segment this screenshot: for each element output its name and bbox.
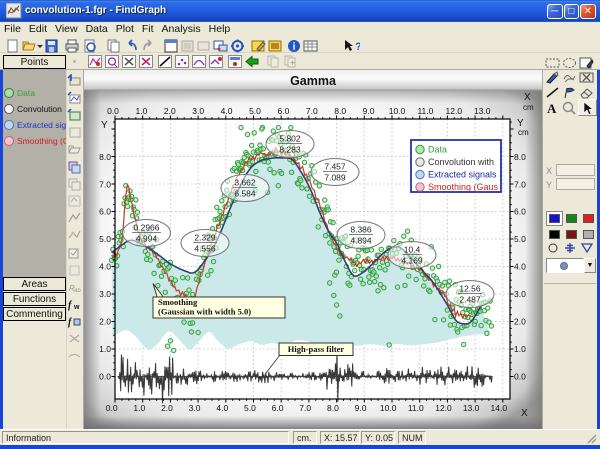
svg-text:13.0: 13.0 (474, 106, 491, 116)
svg-text:f: f (68, 317, 73, 328)
svg-text:cm: cm (518, 128, 529, 137)
svg-text:Data: Data (428, 145, 447, 155)
svg-text:2.0: 2.0 (161, 403, 173, 413)
svg-text:A: A (547, 101, 557, 115)
svg-text:4.0: 4.0 (99, 262, 111, 272)
svg-text:7.0: 7.0 (514, 179, 526, 189)
svg-text:2.0: 2.0 (99, 317, 111, 327)
svg-text:cm: cm (523, 103, 534, 112)
svg-text:8.386: 8.386 (350, 225, 372, 235)
svg-text:4.894: 4.894 (350, 236, 372, 246)
svg-text:7.457: 7.457 (324, 162, 346, 172)
svg-text:2.0: 2.0 (164, 106, 176, 116)
svg-text:4.0: 4.0 (221, 106, 233, 116)
svg-text:8.0: 8.0 (334, 106, 346, 116)
svg-text:5.0: 5.0 (99, 234, 111, 244)
svg-text:3.0: 3.0 (514, 289, 526, 299)
svg-text:4.169: 4.169 (401, 256, 423, 266)
svg-text:5.0: 5.0 (249, 106, 261, 116)
svg-text:Smoothing: Smoothing (158, 297, 198, 307)
svg-text:0.0: 0.0 (99, 372, 111, 382)
svg-text:8.283: 8.283 (279, 145, 301, 155)
svg-text:9.0: 9.0 (355, 403, 367, 413)
svg-text:7.0: 7.0 (299, 403, 311, 413)
svg-text:8.0: 8.0 (99, 152, 111, 162)
svg-text:4.0: 4.0 (514, 262, 526, 272)
svg-text:1.0: 1.0 (514, 344, 526, 354)
svg-text:13.0: 13.0 (463, 403, 480, 413)
svg-text:6.584: 6.584 (234, 189, 256, 199)
svg-text:1.0: 1.0 (99, 344, 111, 354)
svg-text:2.329: 2.329 (194, 233, 216, 243)
svg-text:11.0: 11.0 (417, 106, 433, 116)
svg-text:12.0: 12.0 (446, 106, 463, 116)
svg-text:Extracted signals: Extracted signals (428, 170, 497, 180)
svg-text:2.487: 2.487 (459, 295, 481, 305)
svg-text:6.0: 6.0 (514, 207, 526, 217)
svg-text:5.802: 5.802 (279, 134, 301, 144)
svg-text:1.0: 1.0 (133, 403, 145, 413)
svg-text:6.0: 6.0 (99, 207, 111, 217)
svg-text:7.0: 7.0 (99, 179, 111, 189)
svg-text:?: ? (355, 41, 360, 53)
svg-text:8.0: 8.0 (514, 152, 526, 162)
svg-text:5.0: 5.0 (244, 403, 256, 413)
svg-text:0.0: 0.0 (514, 372, 526, 382)
svg-text:12.56: 12.56 (459, 284, 481, 294)
svg-text:Y: Y (101, 120, 108, 131)
svg-text:Gamma: Gamma (290, 74, 337, 88)
svg-text:f: f (68, 300, 73, 311)
svg-text:14.0: 14.0 (491, 403, 508, 413)
svg-text:(Gaussian with width 5.0): (Gaussian with width 5.0) (158, 307, 251, 317)
svg-text:3.662: 3.662 (234, 178, 256, 188)
svg-text:X: X (521, 408, 528, 419)
svg-text:Convolution with: Convolution with (428, 157, 494, 167)
svg-text:1.0: 1.0 (135, 106, 147, 116)
svg-text:11.0: 11.0 (408, 403, 424, 413)
svg-text:3.0: 3.0 (189, 403, 201, 413)
svg-text:5.0: 5.0 (514, 234, 526, 244)
svg-text:4.994: 4.994 (136, 234, 158, 244)
svg-text:+: + (290, 58, 295, 68)
svg-text:4.0: 4.0 (216, 403, 228, 413)
svg-text:0.2966: 0.2966 (134, 223, 160, 233)
svg-text:7.0: 7.0 (306, 106, 318, 116)
svg-text:10.0: 10.0 (389, 106, 406, 116)
svg-text:4.556: 4.556 (194, 244, 216, 254)
svg-text:3.0: 3.0 (99, 289, 111, 299)
svg-text:2.0: 2.0 (514, 317, 526, 327)
svg-text:3.0: 3.0 (192, 106, 204, 116)
svg-text:0.0: 0.0 (107, 106, 119, 116)
svg-text:9.0: 9.0 (363, 106, 375, 116)
svg-text:12.0: 12.0 (435, 403, 452, 413)
svg-text:0.0: 0.0 (106, 403, 118, 413)
svg-text:High-pass filter: High-pass filter (288, 344, 345, 354)
svg-text:Smoothing (Gaus: Smoothing (Gaus (428, 182, 499, 192)
svg-text:6.0: 6.0 (277, 106, 289, 116)
svg-text:8.0: 8.0 (327, 403, 339, 413)
svg-text:7.089: 7.089 (324, 173, 346, 183)
svg-text:w: w (73, 304, 80, 311)
svg-text:i: i (293, 42, 296, 53)
svg-text:6.0: 6.0 (272, 403, 284, 413)
svg-text:ab: ab (74, 288, 81, 294)
svg-text:10.0: 10.0 (380, 403, 397, 413)
svg-text:X: X (524, 92, 531, 103)
svg-text:10.4: 10.4 (404, 245, 421, 255)
